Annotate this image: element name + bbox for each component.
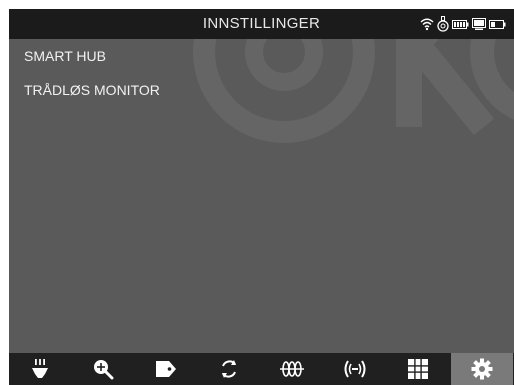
tag-icon: [156, 361, 176, 377]
header-bar: INNSTILLINGER: [9, 9, 514, 39]
handset-icon: [437, 16, 449, 32]
grid-icon: [408, 359, 428, 379]
monitor-icon: [472, 16, 486, 32]
sound-icon: [344, 360, 366, 378]
monitor-battery-icon: [489, 16, 506, 32]
toolbar-sound-button[interactable]: [324, 353, 386, 385]
toolbar-temperature-button[interactable]: [261, 353, 323, 385]
toolbar-settings-button[interactable]: [451, 353, 513, 385]
zoom-icon: [94, 360, 114, 380]
status-icons: [420, 16, 506, 32]
toolbar-rotate-button[interactable]: [198, 353, 260, 385]
monitor-screen: INNSTILLINGER SMART HUB TRÅDLØS MONITOR: [9, 9, 514, 385]
battery-icon: [452, 16, 469, 32]
toolbar-grid-button[interactable]: [387, 353, 449, 385]
settings-icon: [471, 358, 493, 380]
menu-item-smart-hub[interactable]: SMART HUB: [24, 43, 464, 69]
rotate-icon: [222, 360, 236, 378]
menu-item-wireless-monitor[interactable]: TRÅDLØS MONITOR: [24, 77, 464, 103]
menu-item-label: SMART HUB: [24, 48, 106, 64]
temperature-icon: [280, 361, 304, 377]
bottom-toolbar: [9, 353, 514, 385]
toolbar-light-button[interactable]: [9, 353, 71, 385]
light-icon: [32, 359, 48, 378]
toolbar-zoom-button[interactable]: [72, 353, 134, 385]
wifi-icon: [420, 16, 434, 32]
menu-item-label: TRÅDLØS MONITOR: [24, 82, 160, 98]
toolbar-tag-button[interactable]: [135, 353, 197, 385]
